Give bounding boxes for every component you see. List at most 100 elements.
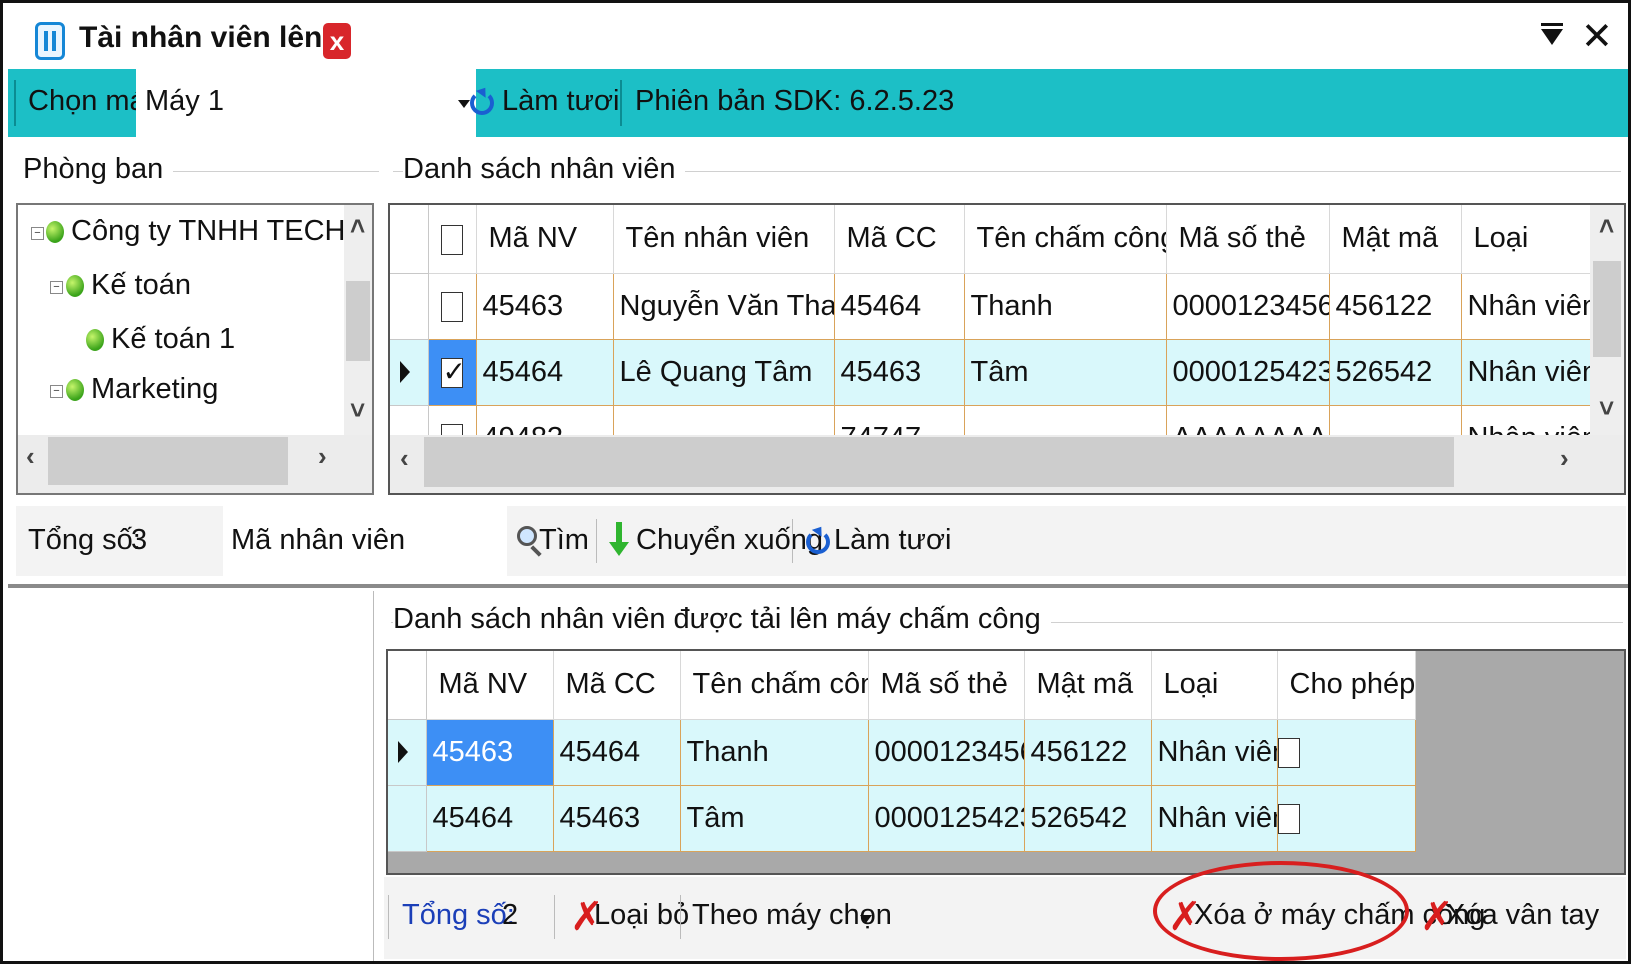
delete-fingerprint-button[interactable]: ✗ Xóa vân tay [1414, 877, 1599, 959]
column-header[interactable]: Tên nhân viên [613, 205, 835, 274]
tree-item-accounting[interactable]: Kế toán [91, 269, 191, 302]
collapse-toggle-icon[interactable]: − [31, 227, 44, 240]
employee-table: Mã NV Tên nhân viên Mã CC Tên chấm công … [390, 205, 1591, 472]
table-cell[interactable]: 45464 [834, 273, 965, 340]
scroll-down-icon[interactable]: ˅ [350, 395, 365, 426]
column-header[interactable]: Loại [1151, 651, 1278, 720]
tree-item-company[interactable]: Công ty TNHH TECH Cộng L [71, 215, 372, 248]
tree-vertical-scrollbar[interactable]: ˄ ˅ [344, 205, 372, 435]
collapse-toggle-icon[interactable]: − [50, 385, 63, 398]
select-all-checkbox[interactable] [440, 224, 463, 255]
scroll-up-icon[interactable]: ˄ [1599, 211, 1614, 242]
employee-vertical-scrollbar[interactable]: ˄ ˅ [1590, 205, 1624, 435]
scroll-left-icon[interactable]: ‹ [26, 441, 35, 472]
table-cell[interactable]: Nguyễn Văn Thanh [613, 273, 835, 340]
scroll-thumb[interactable] [346, 281, 370, 361]
search-refresh-button[interactable]: Làm tươi [804, 506, 951, 576]
remove-button[interactable]: ✗ Loại bỏ [564, 877, 689, 959]
table-cell[interactable]: 45464 [426, 785, 554, 852]
table-cell[interactable]: 0000123456 [868, 719, 1025, 786]
table-cell[interactable]: 456122 [1329, 273, 1462, 340]
table-cell[interactable]: Tâm [964, 339, 1167, 406]
table-cell[interactable]: Thanh [680, 719, 869, 786]
chevron-down-icon [860, 915, 872, 923]
table-cell[interactable]: 45463 [476, 273, 614, 340]
toolbar-refresh-button[interactable]: Làm tươi [470, 69, 620, 137]
column-header[interactable]: Mã NV [426, 651, 554, 720]
row-select-cell[interactable] [428, 273, 477, 340]
machine-select[interactable]: Máy 1 [136, 69, 476, 137]
close-window-icon[interactable]: ✕ [1581, 17, 1613, 57]
row-header[interactable] [390, 339, 429, 406]
row-header[interactable] [388, 785, 427, 852]
table-cell[interactable]: Nhân viên [1461, 273, 1591, 340]
row-header[interactable] [390, 273, 429, 340]
table-row[interactable]: 45463 45464 Thanh 0000123456 456122 Nhân… [388, 719, 1416, 786]
tree-item-accounting-1[interactable]: Kế toán 1 [111, 323, 235, 356]
table-cell[interactable]: 45463 [834, 339, 965, 406]
search-input[interactable]: Mã nhân viên [223, 506, 507, 576]
scroll-down-icon[interactable]: ˅ [1599, 393, 1614, 424]
allow-checkbox[interactable] [1277, 737, 1300, 768]
column-header[interactable]: Cho phép [1277, 651, 1416, 720]
column-header[interactable]: Mã số thẻ [868, 651, 1025, 720]
table-cell[interactable]: 456122 [1024, 719, 1152, 786]
table-cell[interactable]: Thanh [964, 273, 1167, 340]
scroll-up-icon[interactable]: ˄ [350, 211, 365, 242]
row-checkbox[interactable] [440, 355, 466, 388]
table-cell[interactable]: Nhân viên [1461, 339, 1591, 406]
row-checkbox[interactable] [440, 291, 463, 322]
column-header[interactable]: Mã số thẻ [1166, 205, 1330, 274]
allow-checkbox[interactable] [1277, 803, 1300, 834]
chevron-down-icon[interactable] [458, 100, 470, 108]
column-header[interactable]: Mật mã [1329, 205, 1462, 274]
tree-item-marketing[interactable]: Marketing [91, 373, 218, 406]
column-header[interactable]: Mật mã [1024, 651, 1152, 720]
table-cell[interactable]: 45463 [553, 785, 681, 852]
allow-cell[interactable] [1277, 719, 1416, 786]
table-row[interactable]: 45464 Lê Quang Tâm 45463 Tâm 0000125423 … [390, 339, 1591, 406]
select-all-cell[interactable] [428, 205, 477, 274]
table-cell[interactable]: 526542 [1024, 785, 1152, 852]
scroll-right-icon[interactable]: › [318, 441, 327, 472]
panel-splitter[interactable] [8, 584, 1628, 588]
table-cell[interactable]: 0000125423 [868, 785, 1025, 852]
table-cell[interactable]: Lê Quang Tâm [613, 339, 835, 406]
uploaded-table: Mã NV Mã CC Tên chấm công Mã số thẻ Mật … [388, 651, 1416, 852]
table-cell[interactable]: 526542 [1329, 339, 1462, 406]
column-header[interactable]: Mã CC [553, 651, 681, 720]
move-down-button[interactable]: Chuyển xuống [606, 506, 823, 576]
table-row[interactable]: 45463 Nguyễn Văn Thanh 45464 Thanh 00001… [390, 273, 1591, 340]
table-cell[interactable]: Nhân viên [1151, 785, 1278, 852]
table-cell[interactable]: 45464 [476, 339, 614, 406]
table-cell[interactable]: 0000125423 [1166, 339, 1330, 406]
table-cell[interactable]: Tâm [680, 785, 869, 852]
row-header[interactable] [388, 719, 427, 786]
scroll-thumb[interactable] [1593, 261, 1621, 357]
column-header[interactable]: Loại [1461, 205, 1591, 274]
close-tab-icon[interactable]: x [323, 23, 351, 59]
table-cell[interactable]: 0000123456 [1166, 273, 1330, 340]
find-button[interactable]: Tìm [509, 506, 589, 576]
employee-horizontal-scrollbar[interactable]: ‹ › [390, 435, 1624, 493]
tree-horizontal-scrollbar[interactable]: ‹ › [18, 435, 372, 493]
by-machine-dropdown[interactable]: Theo máy chọn [686, 877, 892, 959]
table-cell[interactable]: 45463 [426, 719, 554, 786]
row-select-cell[interactable] [428, 339, 477, 406]
scroll-thumb[interactable] [48, 437, 288, 485]
toolbar-separator [596, 519, 597, 563]
allow-cell[interactable] [1277, 785, 1416, 852]
table-cell[interactable]: Nhân viên [1151, 719, 1278, 786]
table-cell[interactable]: 45464 [553, 719, 681, 786]
scroll-left-icon[interactable]: ‹ [400, 443, 409, 474]
scroll-thumb[interactable] [424, 437, 1454, 487]
scroll-right-icon[interactable]: › [1560, 443, 1569, 474]
column-header[interactable]: Tên chấm công [964, 205, 1167, 274]
column-header[interactable]: Mã NV [476, 205, 614, 274]
column-header[interactable]: Tên chấm công [680, 651, 869, 720]
row-header-corner [388, 651, 427, 720]
table-row[interactable]: 45464 45463 Tâm 0000125423 526542 Nhân v… [388, 785, 1416, 852]
window-menu-icon[interactable] [1541, 23, 1563, 45]
column-header[interactable]: Mã CC [834, 205, 965, 274]
collapse-toggle-icon[interactable]: − [50, 281, 63, 294]
